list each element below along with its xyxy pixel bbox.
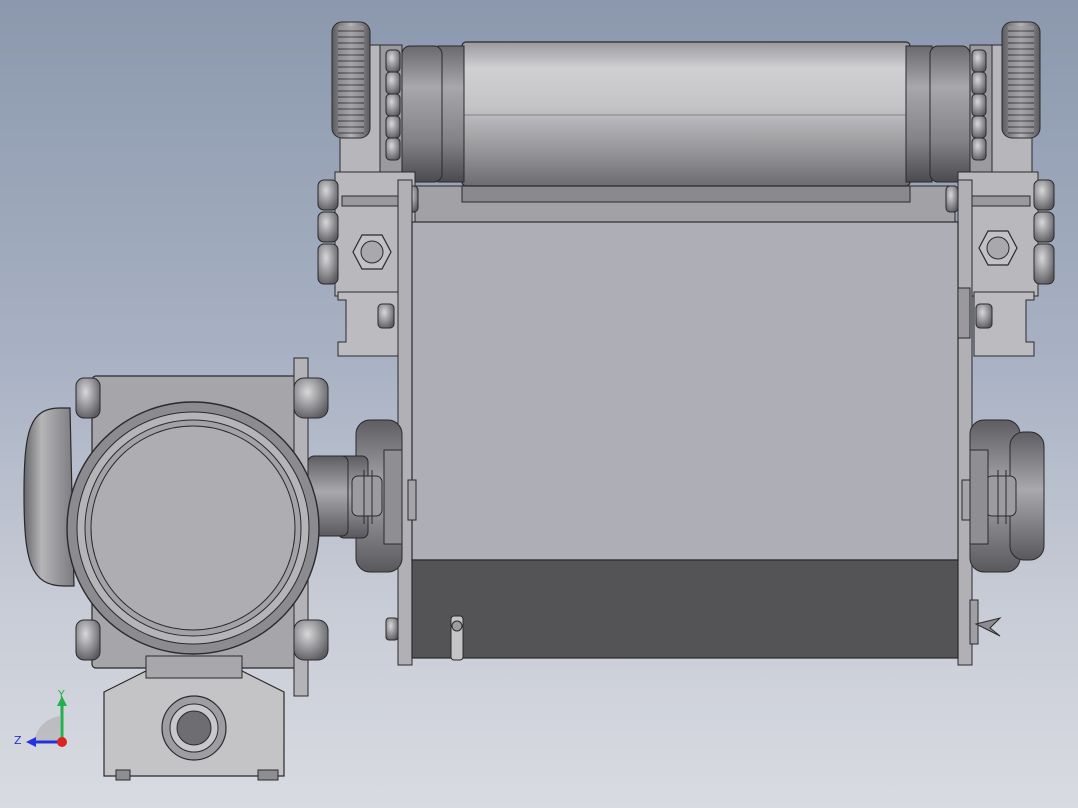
drum-roller[interactable] [401, 41, 971, 223]
junction-box[interactable] [23, 357, 349, 697]
y-axis-label: Y [57, 688, 65, 701]
latch-handle[interactable] [450, 615, 464, 661]
x-axis-dot [57, 737, 67, 747]
gear-right [1001, 21, 1041, 139]
bolt-stack-left [385, 49, 401, 161]
lid-inner-face [90, 425, 296, 631]
bolt-stack-right [971, 49, 987, 161]
gear-left [331, 21, 371, 139]
side-clip-right [969, 599, 1002, 645]
terminal-bracket[interactable] [103, 655, 285, 781]
orientation-triad: Y Z [14, 688, 67, 747]
model-viewport[interactable]: Y Z [0, 0, 1078, 808]
cable-gland-right [969, 419, 1045, 573]
conveyor-body[interactable] [385, 179, 1002, 666]
z-axis-label: Z [14, 734, 22, 747]
conveyor-assembly-model[interactable] [0, 0, 1078, 808]
